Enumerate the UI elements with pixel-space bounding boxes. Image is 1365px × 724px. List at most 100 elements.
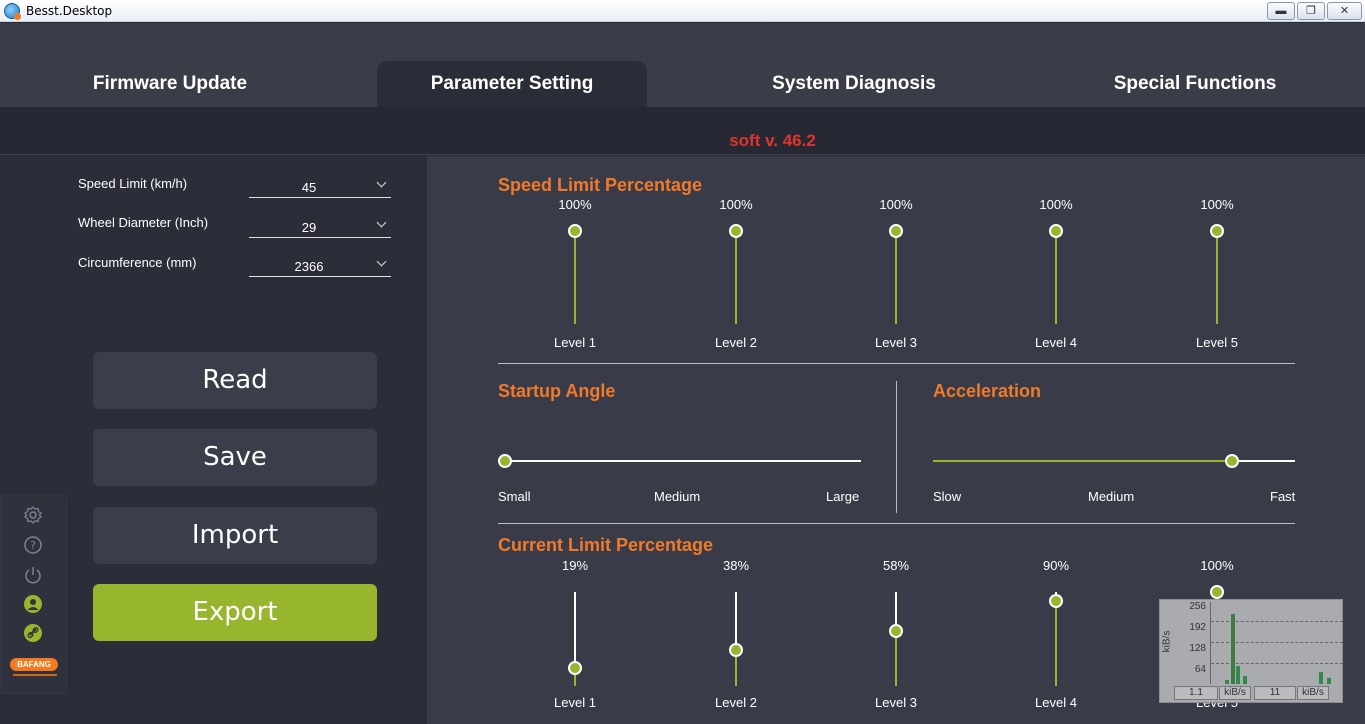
netmon-down-unit: kiB/s [1219, 686, 1251, 700]
divider [498, 523, 1295, 524]
level-percent-label: 100% [1200, 197, 1234, 212]
svg-text:?: ? [30, 539, 36, 552]
slider-knob[interactable] [729, 224, 743, 238]
slider-knob[interactable] [1210, 585, 1224, 599]
circumference-label: Circumference (mm) [78, 255, 197, 270]
level-percent-label: 100% [879, 197, 913, 212]
slider-knob[interactable] [1225, 454, 1240, 468]
wheel-diameter-label: Wheel Diameter (Inch) [78, 215, 209, 230]
window-title: Besst.Desktop [26, 4, 113, 18]
slider-track [1232, 460, 1295, 462]
divider [498, 363, 1295, 364]
speed-limit-select[interactable]: 45 [249, 176, 391, 198]
startup-angle-slider[interactable] [498, 454, 861, 468]
slider-track [505, 460, 861, 462]
level-label: Level 1 [554, 335, 596, 350]
acceleration-title: Acceleration [933, 381, 1042, 401]
sidebar: ? BAFANG [0, 494, 67, 694]
slider-knob[interactable] [1049, 224, 1063, 238]
wheel-diameter-value: 29 [301, 220, 317, 235]
level-percent-label: 100% [1039, 197, 1073, 212]
level-percent-label: 58% [882, 558, 910, 573]
software-version: soft v. 46.2 [729, 131, 816, 150]
close-button[interactable]: ✕ [1327, 2, 1362, 20]
slider-knob[interactable] [729, 643, 743, 658]
level-percent-label: 100% [719, 197, 753, 212]
slider-knob[interactable] [568, 661, 582, 676]
tab-firmware-update[interactable]: Firmware Update [35, 61, 305, 107]
slider-knob[interactable] [568, 224, 582, 238]
level-5-slider[interactable]: 100% Level 5 [1196, 196, 1238, 356]
export-button[interactable]: Export [93, 584, 377, 641]
slider-knob[interactable] [1049, 594, 1063, 609]
import-button[interactable]: Import [93, 507, 377, 564]
level-percent-label: 100% [558, 197, 592, 212]
speed-limit-percentage-title: Speed Limit Percentage [498, 175, 703, 195]
netmon-bar [1243, 676, 1247, 684]
user-icon[interactable] [23, 594, 43, 614]
power-icon[interactable] [23, 565, 43, 585]
version-bar: soft v. 46.2 [0, 107, 1365, 155]
level-percent-label: 19% [561, 558, 589, 573]
level-4-slider[interactable]: 90% Level 4 [1035, 558, 1077, 718]
level-label: Level 4 [1035, 695, 1077, 710]
settings-icon[interactable] [23, 505, 43, 525]
help-icon[interactable]: ? [23, 535, 43, 555]
slider-track-filled [735, 231, 737, 324]
netmon-footer: 1.1 kiB/s 11 kiB/s [1174, 686, 1342, 702]
level-label: Level 3 [875, 695, 917, 710]
slider-knob[interactable] [498, 454, 512, 468]
level-2-slider[interactable]: 38% Level 2 [715, 558, 757, 718]
level-1-slider[interactable]: 19% Level 1 [554, 558, 596, 718]
level-label: Level 5 [1196, 335, 1238, 350]
netmon-bar [1327, 678, 1331, 684]
slider-track-filled [895, 231, 897, 324]
level-2-slider[interactable]: 100% Level 2 [715, 196, 757, 356]
speed-limit-label: Speed Limit (km/h) [78, 176, 188, 191]
startup-tick-large: Large [826, 489, 860, 504]
vertical-divider [896, 381, 897, 513]
wheel-diameter-select[interactable]: 29 [249, 216, 391, 238]
tab-bar: Firmware Update Parameter Setting System… [0, 23, 1365, 107]
current-limit-percentage-title: Current Limit Percentage [498, 535, 714, 555]
netmon-down-value: 1.1 [1174, 686, 1218, 700]
slider-track [735, 592, 737, 651]
tab-parameter-setting[interactable]: Parameter Setting [377, 61, 647, 107]
level-percent-label: 100% [1200, 558, 1234, 573]
tab-special-functions[interactable]: Special Functions [1060, 61, 1330, 107]
read-button[interactable]: Read [93, 352, 377, 409]
tab-system-diagnosis[interactable]: System Diagnosis [719, 61, 989, 107]
netmon-bar [1319, 672, 1323, 684]
accel-tick-fast: Fast [1270, 489, 1296, 504]
netmon-bar [1225, 680, 1229, 684]
level-label: Level 3 [875, 335, 917, 350]
maximize-button[interactable]: ❐ [1297, 2, 1325, 20]
level-label: Level 4 [1035, 335, 1077, 350]
chevron-down-icon [376, 177, 387, 188]
chevron-down-icon [376, 217, 387, 228]
slider-knob[interactable] [1210, 224, 1224, 238]
netmon-axis-label: kiB/s [1161, 630, 1173, 653]
slider-knob[interactable] [889, 224, 903, 238]
circumference-value: 2366 [294, 259, 324, 274]
acceleration-slider[interactable] [933, 454, 1295, 468]
level-3-slider[interactable]: 58% Level 3 [875, 558, 917, 718]
netmon-bar [1236, 666, 1240, 684]
slider-track-filled [1055, 231, 1057, 324]
level-4-slider[interactable]: 100% Level 4 [1035, 196, 1077, 356]
netmon-bar [1231, 614, 1235, 684]
chevron-down-icon [376, 256, 387, 267]
slider-track-filled [1055, 601, 1057, 686]
level-label: Level 1 [554, 695, 596, 710]
minimize-button[interactable]: ▬ [1267, 2, 1295, 20]
accel-tick-medium: Medium [1088, 489, 1135, 504]
level-3-slider[interactable]: 100% Level 3 [875, 196, 917, 356]
bafang-logo: BAFANG [10, 658, 58, 671]
link-icon[interactable] [23, 623, 43, 643]
netmon-tick: 192 [1189, 622, 1206, 633]
window-titlebar: Besst.Desktop ▬ ❐ ✕ [0, 0, 1365, 22]
slider-knob[interactable] [889, 624, 903, 639]
circumference-select[interactable]: 2366 [249, 255, 391, 277]
save-button[interactable]: Save [93, 429, 377, 486]
level-1-slider[interactable]: 100% Level 1 [554, 196, 596, 356]
